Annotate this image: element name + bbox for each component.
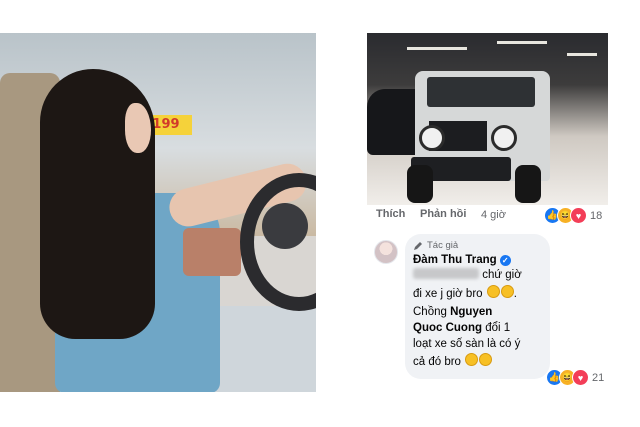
ceiling-light: [407, 47, 467, 50]
author-name: Đàm Thu Trang: [413, 254, 497, 266]
tyre-right: [515, 165, 541, 203]
sad-emoji-icon: [465, 353, 479, 366]
comment-line-1: chứ giờ: [413, 268, 522, 283]
comment-line-3: Chồng Nguyen: [413, 306, 493, 318]
g-wagon-windshield: [427, 77, 535, 107]
headlight-left: [419, 125, 445, 151]
author-tag: Tác giả: [413, 240, 458, 251]
sad-emoji-icon: [479, 353, 493, 366]
comment-line-5: loạt xe số sàn là có ý: [413, 338, 521, 350]
ceiling-light: [497, 41, 547, 44]
post-reactions[interactable]: 👍 😆 ♥ 18: [544, 207, 602, 224]
author-tag-label: Tác giả: [427, 240, 459, 251]
car-showroom-photo[interactable]: [367, 33, 608, 205]
love-icon: ♥: [572, 369, 589, 386]
post-reaction-count: 18: [590, 209, 603, 222]
ceiling-light: [567, 53, 597, 56]
laughing-emoji-icon: [486, 285, 500, 298]
love-icon: ♥: [570, 207, 587, 224]
headlight-right: [491, 125, 517, 151]
like-link[interactable]: Thích: [376, 208, 405, 220]
comment-line-4: Quoc Cuong đổi 1: [413, 322, 511, 334]
mention-link[interactable]: Nguyen: [450, 306, 492, 318]
comment-line-2: đi xe j giờ bro .: [413, 285, 517, 302]
driver-photo: 99 199: [0, 33, 316, 392]
avatar[interactable]: [374, 240, 398, 264]
woman-face: [125, 103, 151, 153]
mention-link-cont[interactable]: Quoc Cuong: [413, 322, 482, 334]
comment-line-6: cả đó bro: [413, 353, 493, 370]
pen-icon: [414, 241, 422, 250]
reply-link[interactable]: Phản hồi: [420, 208, 466, 220]
laughing-emoji-icon: [500, 285, 514, 298]
tyre-left: [407, 165, 433, 203]
post-time: 4 giờ: [481, 209, 506, 221]
steering-hub: [262, 203, 308, 249]
redacted-text: [413, 268, 479, 279]
comment-author[interactable]: Đàm Thu Trang ✓: [413, 254, 511, 266]
verified-icon: ✓: [499, 254, 511, 266]
comment-reaction-count: 21: [592, 371, 605, 384]
comment-reactions[interactable]: 👍 😆 ♥ 21: [546, 369, 604, 386]
handbag: [183, 228, 241, 276]
